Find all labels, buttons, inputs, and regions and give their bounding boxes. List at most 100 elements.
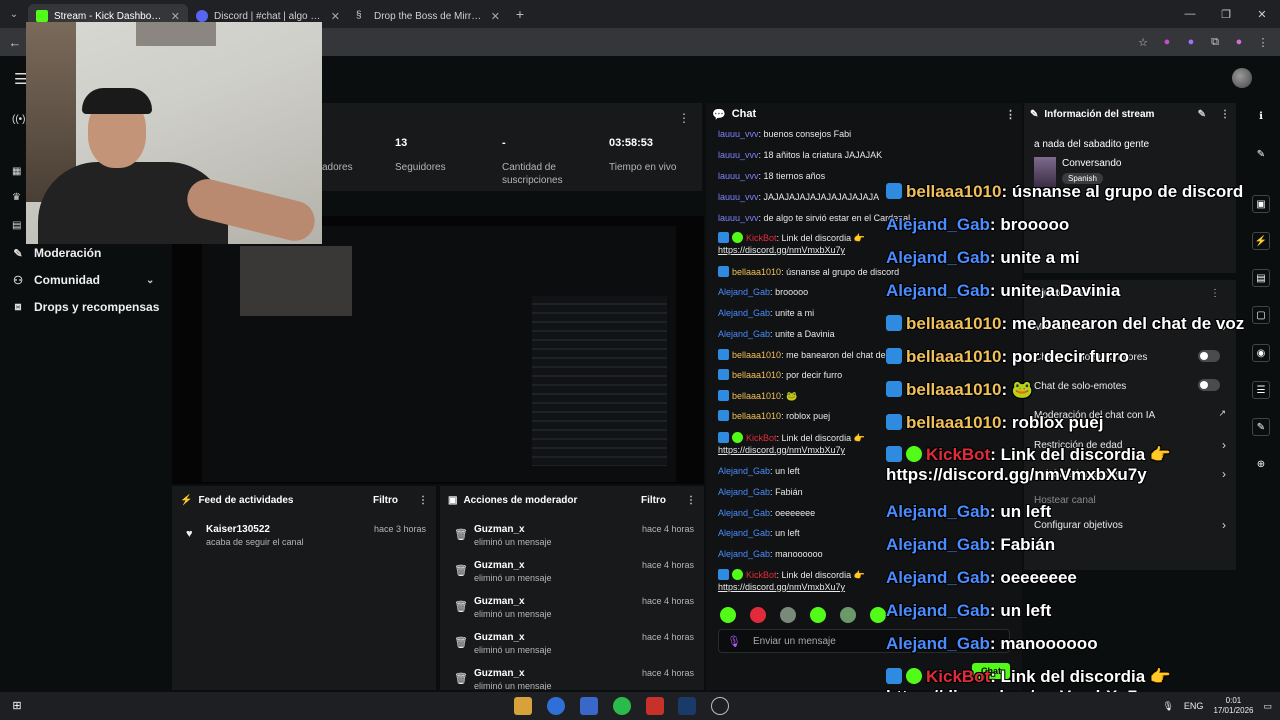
sidebar-item-moderacion[interactable]: ✎ Moderación — [12, 246, 101, 260]
kebab-menu-icon[interactable]: ⋮ — [418, 495, 428, 506]
subs-only-toggle[interactable] — [1198, 350, 1220, 362]
obs-icon[interactable] — [711, 697, 729, 715]
setting-ai-moderation[interactable]: Moderación del chat con IA ↗ — [1034, 408, 1226, 421]
whatsapp-icon[interactable] — [613, 697, 631, 715]
moderator-name[interactable]: Guzman_x — [474, 632, 525, 643]
close-icon[interactable]: ✕ — [491, 10, 500, 23]
document-icon[interactable]: ▤ — [1252, 269, 1270, 287]
close-window-button[interactable]: ✕ — [1244, 8, 1280, 21]
kebab-menu-icon[interactable]: ⋮ — [1005, 108, 1016, 121]
filter-button[interactable]: Filtro — [373, 495, 398, 506]
chat-username[interactable]: bellaaa1010 — [732, 411, 781, 421]
chat-username[interactable]: KickBot — [746, 433, 777, 443]
emote-icon[interactable] — [720, 607, 736, 623]
edit-icon[interactable]: ✎ — [1198, 109, 1206, 120]
chat-username[interactable]: lauuu_vvv — [718, 171, 759, 181]
grid-icon[interactable]: ▤ — [12, 220, 21, 231]
chat-link[interactable]: https://discord.gg/nmVmxbXu7y — [718, 244, 1018, 256]
moderator-name[interactable]: Guzman_x — [474, 596, 525, 607]
profile-icon[interactable]: ● — [1232, 36, 1246, 48]
chat-message-input[interactable]: 🎙 Enviar un mensaje — [718, 629, 1010, 653]
wrench-icon[interactable]: ✎ — [1252, 418, 1270, 436]
chat-username[interactable]: bellaaa1010 — [732, 267, 781, 277]
chat-username[interactable]: Alejand_Gab — [718, 487, 770, 497]
chat-username[interactable]: bellaaa1010 — [732, 391, 781, 401]
input-language[interactable]: ENG — [1184, 701, 1204, 711]
sidebar-item-drops[interactable]: ⧈ Drops y recompensas — [12, 300, 160, 314]
kebab-menu-icon[interactable]: ⋮ — [1256, 36, 1270, 49]
tab-drop-the-boss[interactable]: § Drop the Boss de Mirror Image ✕ — [348, 4, 508, 28]
setting-goals[interactable]: Configurar objetivos › — [1034, 518, 1226, 532]
filter-button[interactable]: Filtro — [641, 495, 666, 506]
windows-start-icon[interactable]: ⊞ — [8, 697, 26, 715]
notifications-icon[interactable]: ▭ — [1263, 701, 1272, 712]
broadcast-icon[interactable]: ◉ — [1252, 344, 1270, 362]
kebab-menu-icon[interactable]: ⋮ — [678, 111, 690, 125]
chat-username[interactable]: bellaaa1010 — [732, 350, 781, 360]
moderator-name[interactable]: Guzman_x — [474, 524, 525, 535]
extension-icon[interactable]: ● — [1184, 36, 1198, 48]
moderator-name[interactable]: Guzman_x — [474, 560, 525, 571]
sidebar-item-comunidad[interactable]: ⚇ Comunidad ⌄ — [12, 273, 162, 287]
clock[interactable]: 0:01 17/01/2026 — [1213, 696, 1253, 716]
maximize-button[interactable]: ❐ — [1208, 8, 1244, 21]
chat-username[interactable]: Alejand_Gab — [718, 329, 770, 339]
chart-icon[interactable]: ▦ — [12, 166, 21, 177]
chat-username[interactable]: Alejand_Gab — [718, 287, 770, 297]
kebab-menu-icon[interactable]: ⋮ — [686, 495, 696, 506]
chat-username[interactable]: bellaaa1010 — [732, 370, 781, 380]
add-widget-icon[interactable]: ⊕ — [1252, 456, 1270, 474]
stream-preview[interactable] — [172, 216, 704, 484]
chat-username[interactable]: KickBot — [746, 233, 777, 243]
trophy-icon[interactable]: ♛ — [12, 192, 21, 203]
emotes-only-toggle[interactable] — [1198, 379, 1220, 391]
emote-icon[interactable] — [810, 607, 826, 623]
pencil-icon[interactable]: ✎ — [1252, 146, 1270, 164]
emote-icon[interactable] — [870, 607, 886, 623]
app-icon[interactable] — [580, 697, 598, 715]
chat-username[interactable]: KickBot — [746, 570, 777, 580]
chat-link[interactable]: https://discord.gg/nmVmxbXu7y — [718, 581, 1018, 593]
chat-username[interactable]: Alejand_Gab — [718, 508, 770, 518]
chat-bubble-icon[interactable]: ▢ — [1252, 306, 1270, 324]
chat-username[interactable]: Alejand_Gab — [718, 528, 770, 538]
close-icon[interactable]: ✕ — [171, 10, 180, 23]
pdf-icon[interactable] — [646, 697, 664, 715]
chrome-icon[interactable] — [547, 697, 565, 715]
emote-icon[interactable] — [840, 607, 856, 623]
microphone-icon[interactable]: 🎙 — [1162, 701, 1173, 712]
chat-username[interactable]: lauuu_vvv — [718, 150, 759, 160]
moderator-name[interactable]: Guzman_x — [474, 668, 525, 679]
tab-search-button[interactable]: ⌄ — [0, 0, 28, 28]
emote-icon[interactable] — [780, 607, 796, 623]
setting-slow-mode[interactable]: Modo lento › — [1034, 320, 1226, 334]
puzzle-icon[interactable]: ⧉ — [1208, 36, 1222, 49]
info-icon[interactable]: ℹ — [1252, 108, 1270, 126]
chat-username[interactable]: Alejand_Gab — [718, 308, 770, 318]
kebab-menu-icon[interactable]: ⋮ — [1220, 109, 1230, 120]
follower-name[interactable]: Kaiser130522 — [206, 524, 270, 535]
setting-age-restriction[interactable]: Restricción de edad › — [1034, 438, 1226, 452]
chat-username[interactable]: Alejand_Gab — [718, 549, 770, 559]
chat-username[interactable]: lauuu_vvv — [718, 192, 759, 202]
bolt-icon[interactable]: ⚡ — [1252, 232, 1270, 250]
clip-icon[interactable]: ▣ — [1252, 195, 1270, 213]
minimize-button[interactable]: — — [1172, 8, 1208, 21]
chat-username[interactable]: lauuu_vvv — [718, 213, 759, 223]
layout-icon[interactable]: ☰ — [1252, 381, 1270, 399]
setting-banned-words[interactable]: Palabras baneadas › — [1034, 467, 1226, 481]
extension-icon[interactable]: ● — [1160, 36, 1174, 48]
star-icon[interactable]: ☆ — [1136, 36, 1150, 49]
avatar[interactable] — [1232, 68, 1252, 88]
chat-username[interactable]: Alejand_Gab — [718, 466, 770, 476]
kebab-menu-icon[interactable]: ⋮ — [1210, 288, 1220, 299]
send-chat-button[interactable]: Chat — [972, 663, 1010, 679]
emote-icon[interactable] — [750, 607, 766, 623]
microphone-icon[interactable]: 🎙 — [727, 635, 741, 648]
close-icon[interactable]: ✕ — [331, 10, 340, 23]
new-tab-button[interactable]: + — [508, 6, 532, 22]
file-explorer-icon[interactable] — [514, 697, 532, 715]
chat-username[interactable]: lauuu_vvv — [718, 129, 759, 139]
chat-link[interactable]: https://discord.gg/nmVmxbXu7y — [718, 444, 1018, 456]
steam-icon[interactable] — [678, 697, 696, 715]
